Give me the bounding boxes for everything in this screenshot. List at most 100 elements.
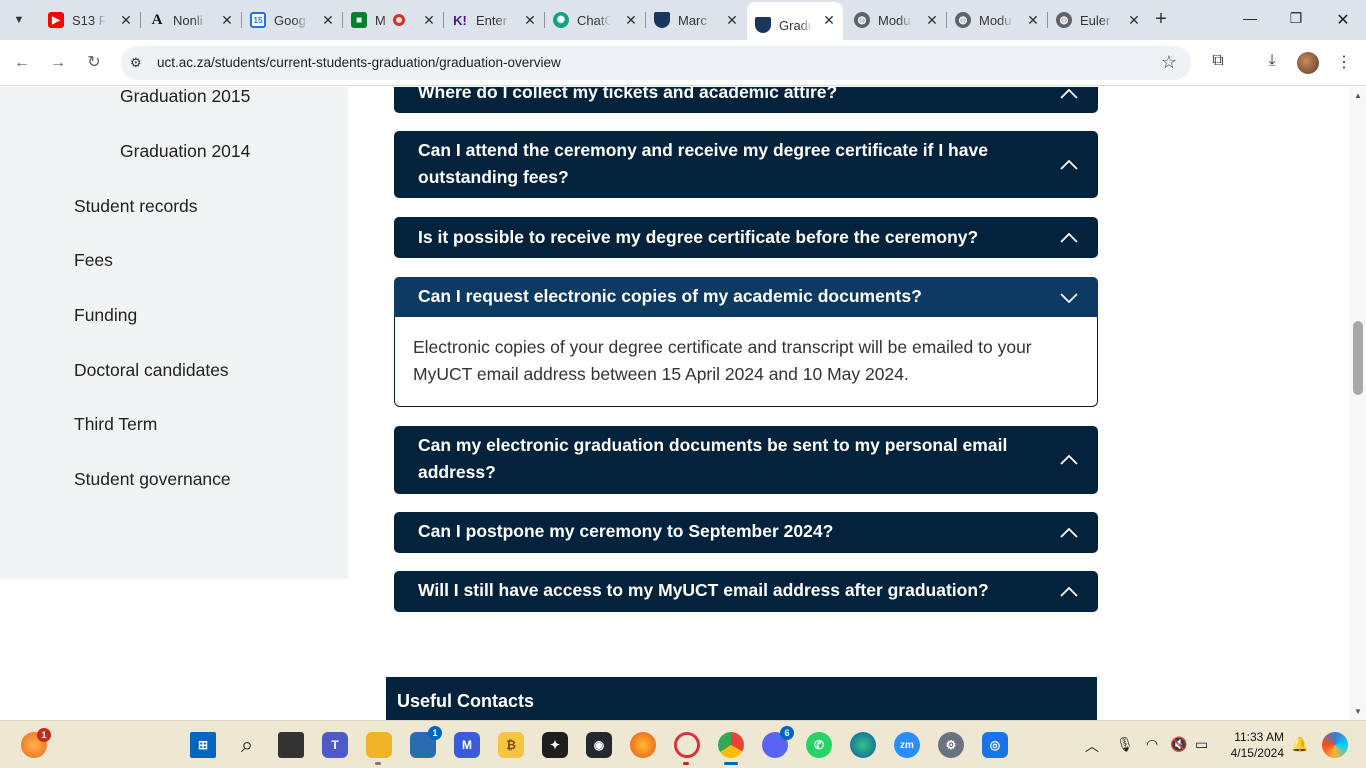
github-icon[interactable]: ◉ <box>586 732 612 758</box>
close-tab-icon[interactable]: ✕ <box>724 12 740 29</box>
browser-tab[interactable]: ◍ Modu ✕ <box>947 6 1048 34</box>
sidebar-subitem[interactable]: Graduation 2015 <box>120 87 250 107</box>
menu-kebab-icon[interactable]: ⋮ <box>1333 52 1355 72</box>
faq-accordion-item-open[interactable]: Can I request electronic copies of my ac… <box>394 277 1098 318</box>
close-window-button[interactable]: ✕ <box>1333 10 1353 30</box>
bookmark-star-icon[interactable]: ☆ <box>1161 52 1177 73</box>
copilot-icon[interactable] <box>1322 732 1348 758</box>
close-tab-icon[interactable]: ✕ <box>118 12 134 29</box>
recording-icon <box>393 14 405 26</box>
running-indicator <box>683 762 689 765</box>
browser-tab[interactable]: ✺ ChatG ✕ <box>545 6 646 34</box>
page-scrollbar[interactable]: ▲ ▼ <box>1350 87 1366 720</box>
chevron-up-icon <box>1060 454 1078 465</box>
app-icon-blue[interactable]: ◎ <box>982 732 1008 758</box>
file-explorer-icon[interactable] <box>366 732 392 758</box>
meet-icon: ■ <box>351 12 367 28</box>
faq-accordion-item[interactable]: Is it possible to receive my degree cert… <box>394 217 1098 258</box>
restore-button[interactable]: ❐ <box>1286 10 1306 27</box>
sidebar-item[interactable]: Doctoral candidates <box>74 360 229 381</box>
running-indicator <box>375 762 381 765</box>
faq-accordion-item[interactable]: Can I attend the ceremony and receive my… <box>394 131 1098 198</box>
scrollbar-thumb[interactable] <box>1353 321 1363 395</box>
sidebar-item[interactable]: Funding <box>74 305 137 326</box>
sidebar-item[interactable]: Student governance <box>74 469 231 490</box>
download-icon[interactable]: ⤓ <box>1261 52 1283 70</box>
edge-icon[interactable] <box>850 732 876 758</box>
chrome-icon[interactable] <box>718 732 744 758</box>
close-tab-icon[interactable]: ✕ <box>924 12 940 29</box>
microphone-icon[interactable]: 🎙 <box>1116 736 1134 753</box>
browser-tab[interactable]: K! Enter ✕ <box>444 6 545 34</box>
faq-accordion-item[interactable]: Can I postpone my ceremony to September … <box>394 512 1098 553</box>
profile-avatar[interactable] <box>1297 52 1319 74</box>
search-icon[interactable]: ⌕ <box>234 732 260 758</box>
weather-widget-icon[interactable]: 1 <box>21 728 51 758</box>
speaker-muted-icon[interactable]: 🔇 <box>1170 736 1187 753</box>
close-tab-icon[interactable]: ✕ <box>1126 12 1142 29</box>
task-view-icon[interactable] <box>278 732 304 758</box>
browser-tab-active[interactable]: Gradu ✕ <box>747 2 843 40</box>
bitcoin-icon[interactable]: ₿ <box>498 732 524 758</box>
forward-button[interactable]: → <box>47 52 69 74</box>
reload-button[interactable]: ↻ <box>83 52 105 74</box>
battery-icon[interactable]: ▭ <box>1195 736 1208 753</box>
close-tab-icon[interactable]: ✕ <box>1025 12 1041 29</box>
minimize-button[interactable]: — <box>1240 10 1260 26</box>
store-icon[interactable]: 1 <box>410 726 442 758</box>
figma-icon[interactable]: ✦ <box>542 732 568 758</box>
faq-answer-panel: Electronic copies of your degree certifi… <box>394 317 1098 407</box>
faq-accordion-item[interactable]: Will I still have access to my MyUCT ema… <box>394 571 1098 612</box>
faq-accordion-item[interactable]: Can my electronic graduation documents b… <box>394 426 1098 494</box>
close-tab-icon[interactable]: ✕ <box>219 12 235 29</box>
sidebar-nav: Graduation 2015 Graduation 2014 Student … <box>0 87 348 579</box>
close-tab-icon[interactable]: ✕ <box>623 12 639 29</box>
app-icon-m[interactable]: M <box>454 732 480 758</box>
browser-tab[interactable]: 15 Goog ✕ <box>242 6 343 34</box>
discord-icon[interactable]: 6 <box>762 726 794 758</box>
sidebar-item[interactable]: Third Term <box>74 414 157 435</box>
browser-tab[interactable]: ◍ Modu ✕ <box>846 6 947 34</box>
close-tab-icon[interactable]: ✕ <box>320 12 336 29</box>
url-text[interactable]: uct.ac.za/students/current-students-grad… <box>157 55 561 70</box>
back-button[interactable]: ← <box>11 52 33 74</box>
chevron-up-icon <box>1060 159 1078 170</box>
sidebar-item[interactable]: Student records <box>74 196 198 217</box>
browser-tab[interactable]: A Nonli ✕ <box>141 6 242 34</box>
close-tab-icon[interactable]: ✕ <box>821 12 837 29</box>
whatsapp-icon[interactable]: ✆ <box>806 732 832 758</box>
extensions-icon[interactable]: ⧉ <box>1207 52 1229 70</box>
tab-search-button[interactable]: ▼ <box>6 8 32 32</box>
browser-toolbar: ← → ↻ ⚙ uct.ac.za/students/current-stude… <box>0 40 1366 86</box>
firefox-icon[interactable] <box>630 732 656 758</box>
browser-tab[interactable]: ◍ Euler ✕ <box>1048 6 1148 34</box>
wifi-icon[interactable]: ◠ <box>1146 736 1158 753</box>
uct-shield-icon <box>755 17 771 33</box>
notification-bell-icon[interactable]: 🔔 <box>1291 736 1308 753</box>
address-bar[interactable]: ⚙ uct.ac.za/students/current-students-gr… <box>121 46 1191 80</box>
new-tab-button[interactable]: + <box>1150 8 1172 32</box>
opera-icon[interactable] <box>674 732 700 758</box>
start-windows-icon[interactable]: ⊞ <box>190 732 216 758</box>
useful-contacts-section: Useful Contacts <box>386 677 1097 720</box>
browser-tab[interactable]: Marc ✕ <box>646 6 746 34</box>
chevron-up-icon <box>1060 586 1078 597</box>
active-indicator <box>724 762 738 765</box>
zoom-icon[interactable]: zm <box>894 732 920 758</box>
system-clock[interactable]: 11:33 AM 4/15/2024 <box>1218 729 1284 761</box>
sidebar-subitem[interactable]: Graduation 2014 <box>120 141 250 162</box>
scroll-down-arrow-icon[interactable]: ▼ <box>1353 707 1363 716</box>
site-info-icon[interactable]: ⚙ <box>130 55 146 71</box>
close-tab-icon[interactable]: ✕ <box>421 12 437 29</box>
tray-overflow-chevron-icon[interactable]: ︿ <box>1085 736 1099 756</box>
browser-tab[interactable]: ▶ S13 R ✕ <box>40 6 141 34</box>
sidebar-item[interactable]: Fees <box>74 250 113 271</box>
teams-icon[interactable]: T <box>322 732 348 758</box>
browser-tab[interactable]: ■ M ✕ <box>343 6 444 34</box>
faq-answer-text: Electronic copies of your degree certifi… <box>413 337 1032 384</box>
close-tab-icon[interactable]: ✕ <box>522 12 538 29</box>
faq-accordion-item[interactable]: Where do I collect my tickets and academ… <box>394 87 1098 113</box>
settings-gear-icon[interactable]: ⚙ <box>938 732 964 758</box>
windows-taskbar: 1 ⊞ ⌕ T 1 M ₿ ✦ ◉ 6 ✆ zm ⚙ ◎ ︿ 🎙 ◠ 🔇 ▭ 1… <box>0 720 1366 768</box>
scroll-up-arrow-icon[interactable]: ▲ <box>1353 91 1363 100</box>
